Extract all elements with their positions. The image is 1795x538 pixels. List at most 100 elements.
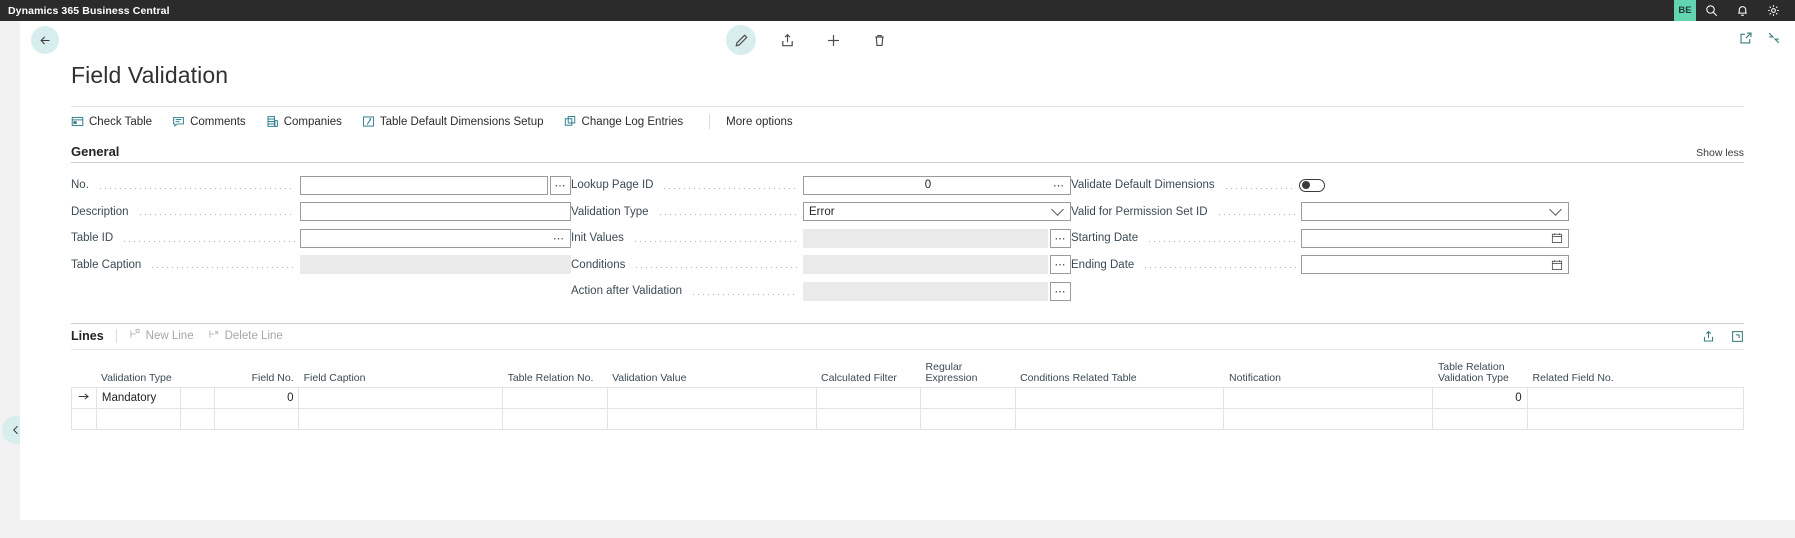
table-id-input[interactable]: ⋯ [300,228,571,248]
cell-validation-value[interactable] [606,407,817,430]
validate-default-dimensions-toggle[interactable] [1299,178,1325,192]
settings-gear-icon[interactable] [1758,0,1789,21]
expand-lines-icon[interactable] [1731,330,1744,343]
cell-table-relation-no[interactable] [502,407,608,430]
new-line-button[interactable]: New Line [129,327,194,345]
comment-icon [172,115,185,128]
cell-calculated-filter[interactable] [815,407,922,430]
cell-table-relation-validation-type[interactable]: 0 [1432,386,1528,409]
share-icon [781,33,793,46]
lookup-page-id-lookup-button[interactable]: ⋯ [1047,179,1065,192]
cell-field-no[interactable] [213,407,300,430]
cell-field-no[interactable]: 0 [213,386,300,409]
action-label: Change Log Entries [581,115,684,128]
field-label: Description [71,205,129,218]
cell-conditions-related-table[interactable] [1014,386,1225,409]
ending-date-input[interactable] [1301,255,1569,275]
description-input[interactable] [300,202,571,222]
lines-separator [115,329,117,343]
new-button[interactable] [818,25,848,55]
show-less-link[interactable]: Show less [1696,147,1744,159]
cell-table-relation-no[interactable] [502,386,608,409]
cell-regular-expression[interactable] [920,407,1016,430]
col-field-no[interactable]: Field No. [214,362,299,388]
conditions-lookup-button[interactable]: ⋯ [1050,255,1071,275]
field-validation-type: Validation Type Error [571,199,1071,226]
col-validation-value[interactable]: Validation Value [607,362,816,388]
table-row[interactable] [71,407,1745,430]
action-comments[interactable]: Comments [172,115,257,128]
col-field-caption[interactable]: Field Caption [299,362,503,388]
action-table-default-dimensions-setup[interactable]: Table Default Dimensions Setup [362,115,555,128]
col-conditions-related-table[interactable]: Conditions Related Table [1015,362,1224,388]
action-label: Companies [283,115,342,128]
field-conditions: Conditions ⋯ [571,252,1071,279]
environment-badge[interactable]: BE [1674,0,1696,21]
calendar-icon[interactable] [1551,232,1563,244]
col-table-relation-validation-type[interactable]: Table Relation Validation Type [1433,361,1528,388]
cell-spacer[interactable] [180,407,215,430]
open-in-new-window-icon[interactable] [1739,31,1753,45]
lines-right-icons [1702,330,1744,343]
field-no: No. ⋯ [71,172,571,199]
validation-type-dropdown[interactable]: Error [803,202,1071,222]
more-options-button[interactable]: More options [726,116,792,128]
starting-date-input[interactable] [1301,228,1569,248]
col-calculated-filter[interactable]: Calculated Filter [816,362,920,388]
cell-notification[interactable] [1223,386,1434,409]
cell-calculated-filter[interactable] [815,386,922,409]
calendar-icon[interactable] [1551,259,1563,271]
open-in-excel-icon[interactable] [1702,330,1715,343]
table-row[interactable]: Mandatory 0 0 [71,386,1745,409]
cell-notification[interactable] [1223,407,1434,430]
cell-validation-value[interactable] [606,386,817,409]
share-button[interactable] [772,25,802,55]
cell-validation-type[interactable] [95,407,182,430]
init-values-lookup-button[interactable]: ⋯ [1050,228,1071,248]
delete-button[interactable] [864,25,894,55]
toggle-knob [1302,181,1310,190]
field-label: Conditions [571,258,626,271]
col-regular-expression[interactable]: Regular Expression [921,361,1016,388]
edit-button[interactable] [726,25,756,55]
back-button[interactable] [31,26,59,54]
delete-line-button[interactable]: Delete Line [208,327,283,345]
cell-conditions-related-table[interactable] [1014,407,1225,430]
cell-field-caption[interactable] [298,407,504,430]
action-label: Comments [190,115,246,128]
col-related-field-no[interactable]: Related Field No. [1528,362,1744,388]
cell-related-field-no[interactable] [1526,407,1745,430]
valid-for-permission-set-id-dropdown[interactable] [1301,202,1569,222]
col-table-relation-no[interactable]: Table Relation No. [503,362,607,388]
cell-field-caption[interactable] [298,386,504,409]
cell-table-relation-validation-type[interactable] [1432,407,1528,430]
lookup-page-id-input[interactable]: 0 ⋯ [803,175,1071,195]
lines-body-table: Mandatory 0 0 [71,386,1745,430]
col-validation-type[interactable]: Validation Type [96,362,181,388]
no-lookup-button[interactable]: ⋯ [550,175,571,195]
action-companies[interactable]: Companies [266,115,353,128]
col-notification[interactable]: Notification [1224,362,1433,388]
top-bar-actions: BE [1674,0,1789,21]
field-control [300,202,571,222]
lines-grid: Validation Type Field No. Field Caption … [71,361,1745,430]
cell-related-field-no[interactable] [1526,386,1745,409]
no-input[interactable] [300,175,548,195]
plus-icon [827,34,839,46]
leader-dots [97,179,295,191]
collapse-icon[interactable] [1767,31,1781,45]
cell-validation-type[interactable]: Mandatory [95,386,182,409]
field-label: Table ID [71,232,114,245]
search-icon[interactable] [1696,0,1727,21]
action-after-validation-lookup-button[interactable]: ⋯ [1050,281,1071,301]
field-control: ⋯ [803,281,1071,301]
page-shell: Field Validation Check Table Comments Co… [0,21,1795,538]
action-check-table[interactable]: Check Table [71,115,163,128]
row-indicator [71,407,97,430]
notification-bell-icon[interactable] [1727,0,1758,21]
cell-regular-expression[interactable] [920,386,1016,409]
cell-selected-marker[interactable] [180,386,215,409]
action-change-log-entries[interactable]: Change Log Entries [564,115,695,128]
table-id-lookup-button[interactable]: ⋯ [547,232,565,245]
field-label: Starting Date [1071,232,1139,245]
